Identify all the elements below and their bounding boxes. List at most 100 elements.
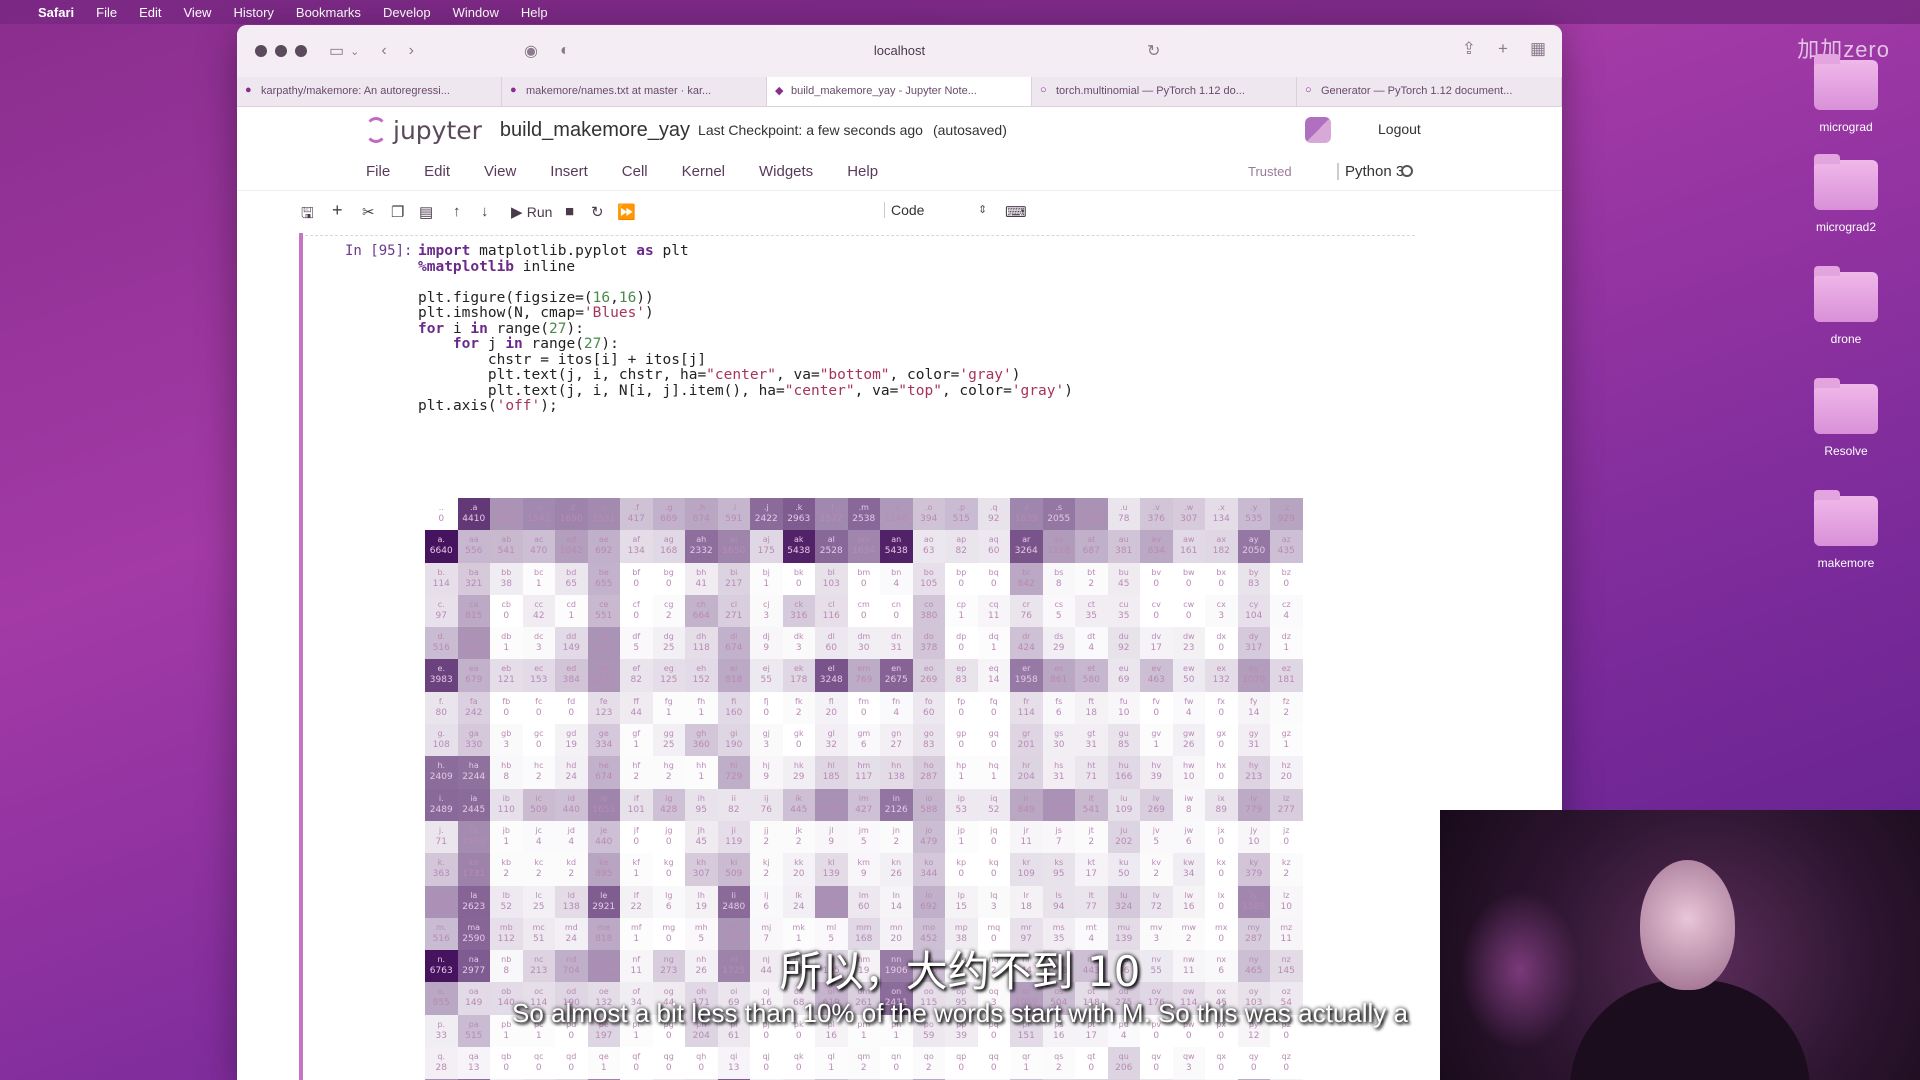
logout-button[interactable]: Logout: [1378, 121, 1421, 137]
bigram-label: eo: [923, 664, 934, 674]
menubar-item-view[interactable]: View: [184, 5, 212, 20]
menu-file[interactable]: File: [350, 163, 408, 180]
bigram-label: me: [597, 922, 611, 932]
menubar-app-name[interactable]: Safari: [38, 5, 74, 20]
bigram-label: hz: [1281, 761, 1291, 771]
heatmap-cell: c. 97: [425, 594, 458, 628]
code-editor[interactable]: import matplotlib.pyplot as plt %matplotl…: [418, 242, 1073, 414]
desktop-folder-micrograd2[interactable]: micrograd2: [1796, 154, 1896, 234]
minimize-window-button[interactable]: [275, 45, 287, 57]
bigram-label: bq: [988, 567, 999, 577]
menubar-item-bookmarks[interactable]: Bookmarks: [296, 5, 361, 20]
extension-icon[interactable]: ◐: [560, 42, 570, 60]
chevron-down-icon[interactable]: ⌄: [350, 45, 359, 58]
bigram-label: .u: [1119, 503, 1128, 512]
menubar-item-history[interactable]: History: [233, 5, 273, 20]
bigram-count: 1314: [429, 901, 453, 912]
reload-icon[interactable]: ↻: [1147, 41, 1160, 61]
heatmap-cell: bc 1: [522, 562, 555, 595]
bigram-count: 1650: [722, 546, 746, 557]
heatmap-cell: lt 77: [1075, 885, 1108, 918]
menu-cell[interactable]: Cell: [606, 163, 666, 180]
tab-names-txt[interactable]: ● makemore/names.txt at master · kar...: [502, 77, 767, 106]
command-palette-icon[interactable]: ⌨: [1005, 203, 1027, 221]
bigram-label: hg: [663, 761, 674, 771]
share-icon[interactable]: ⇪: [1462, 39, 1476, 59]
menu-kernel[interactable]: Kernel: [666, 163, 743, 180]
paste-icon[interactable]: ▤: [419, 203, 433, 221]
bigram-label: jr: [1023, 825, 1029, 835]
tab-makemore-repo[interactable]: ● karpathy/makemore: An autoregressi...: [237, 77, 502, 106]
tab-torch-multinomial[interactable]: ○ torch.multinomial — PyTorch 1.12 do...: [1032, 77, 1297, 106]
stop-icon[interactable]: ■: [565, 203, 574, 220]
tab-generator[interactable]: ○ Generator — PyTorch 1.12 document...: [1297, 77, 1562, 106]
heatmap-cell: .m 2538: [847, 498, 880, 531]
folder-label: micrograd: [1819, 120, 1873, 134]
macos-menubar: Safari File Edit View History Bookmarks …: [0, 0, 1920, 24]
bigram-count: 9: [860, 869, 867, 880]
zoom-window-button[interactable]: [295, 45, 307, 57]
menu-view[interactable]: View: [468, 163, 534, 180]
heatmap-cell: ij 76: [750, 788, 783, 821]
privacy-shield-icon[interactable]: ◉: [524, 41, 538, 61]
back-icon[interactable]: ‹: [381, 42, 386, 60]
menubar-item-edit[interactable]: Edit: [139, 5, 161, 20]
menu-edit[interactable]: Edit: [408, 163, 468, 180]
insert-cell-icon[interactable]: +: [332, 200, 343, 221]
close-window-button[interactable]: [255, 45, 267, 57]
bigram-label: bb: [501, 567, 512, 577]
desktop-folder-resolve[interactable]: Resolve: [1796, 378, 1896, 458]
heatmap-cell: lo 692: [912, 885, 945, 918]
jupyter-logo[interactable]: jupyter: [365, 116, 482, 145]
heatmap-cell: ha 2244: [457, 756, 490, 789]
heatmap-cell: .t 1308: [1075, 498, 1108, 531]
bigram-count: 60: [923, 707, 935, 718]
copy-icon[interactable]: ❐: [391, 203, 404, 221]
tab-jupyter-notebook[interactable]: ◆ build_makemore_yay - Jupyter Note...: [767, 77, 1032, 106]
sidebar-toggle-icon[interactable]: ▭: [329, 41, 344, 61]
menu-insert[interactable]: Insert: [534, 163, 606, 180]
menubar-item-help[interactable]: Help: [521, 5, 548, 20]
trusted-indicator[interactable]: Trusted: [1247, 163, 1293, 180]
bigram-label: .r: [1023, 503, 1030, 512]
move-up-icon[interactable]: ↑: [453, 203, 461, 220]
heatmap-cell: gl 32: [815, 724, 848, 757]
run-button[interactable]: ▶ Run: [511, 203, 552, 221]
tab-overview-icon[interactable]: ▦: [1530, 39, 1546, 59]
bigram-count: 0: [633, 578, 640, 589]
bigram-count: 97: [435, 610, 447, 621]
heatmap-cell: iu 109: [1107, 788, 1140, 821]
bigram-count: 101: [627, 804, 645, 815]
forward-icon[interactable]: ›: [409, 42, 414, 60]
restart-run-all-icon[interactable]: ⏩: [617, 203, 636, 221]
save-icon[interactable]: 🖫: [301, 203, 314, 228]
new-tab-icon[interactable]: +: [1498, 39, 1508, 59]
menu-help[interactable]: Help: [831, 163, 896, 180]
notebook-title[interactable]: build_makemore_yay: [500, 119, 690, 142]
move-down-icon[interactable]: ↓: [481, 203, 489, 220]
menu-widgets[interactable]: Widgets: [743, 163, 831, 180]
heatmap-cell: ck 316: [782, 594, 815, 628]
bigram-label: dg: [663, 632, 674, 642]
desktop-folder-makemore[interactable]: makemore: [1796, 490, 1896, 570]
heatmap-cell: ir 849: [1010, 788, 1043, 821]
desktop-folder-drone[interactable]: drone: [1796, 266, 1896, 346]
restart-icon[interactable]: ↻: [591, 203, 604, 221]
bigram-count: 138: [887, 772, 905, 783]
menubar-item-develop[interactable]: Develop: [383, 5, 431, 20]
bigram-label: ge: [598, 729, 609, 739]
desktop-folder-micrograd[interactable]: micrograd: [1796, 54, 1896, 134]
cut-icon[interactable]: ✂: [362, 203, 375, 221]
menubar-item-window[interactable]: Window: [453, 5, 499, 20]
bigram-count: 271: [725, 610, 743, 621]
run-label: Run: [526, 204, 553, 220]
cell-type-select[interactable]: Code: [884, 202, 992, 218]
address-bar[interactable]: localhost: [874, 43, 925, 58]
bigram-count: 1: [958, 772, 965, 783]
menubar-item-file[interactable]: File: [96, 5, 117, 20]
bigram-count: 1: [535, 578, 542, 589]
heatmap-cell: bj 1: [750, 562, 783, 595]
heatmap-cell: bs 8: [1042, 562, 1075, 595]
heatmap-cell: au 381: [1107, 530, 1140, 563]
heatmap-cell: go 83: [912, 724, 945, 757]
